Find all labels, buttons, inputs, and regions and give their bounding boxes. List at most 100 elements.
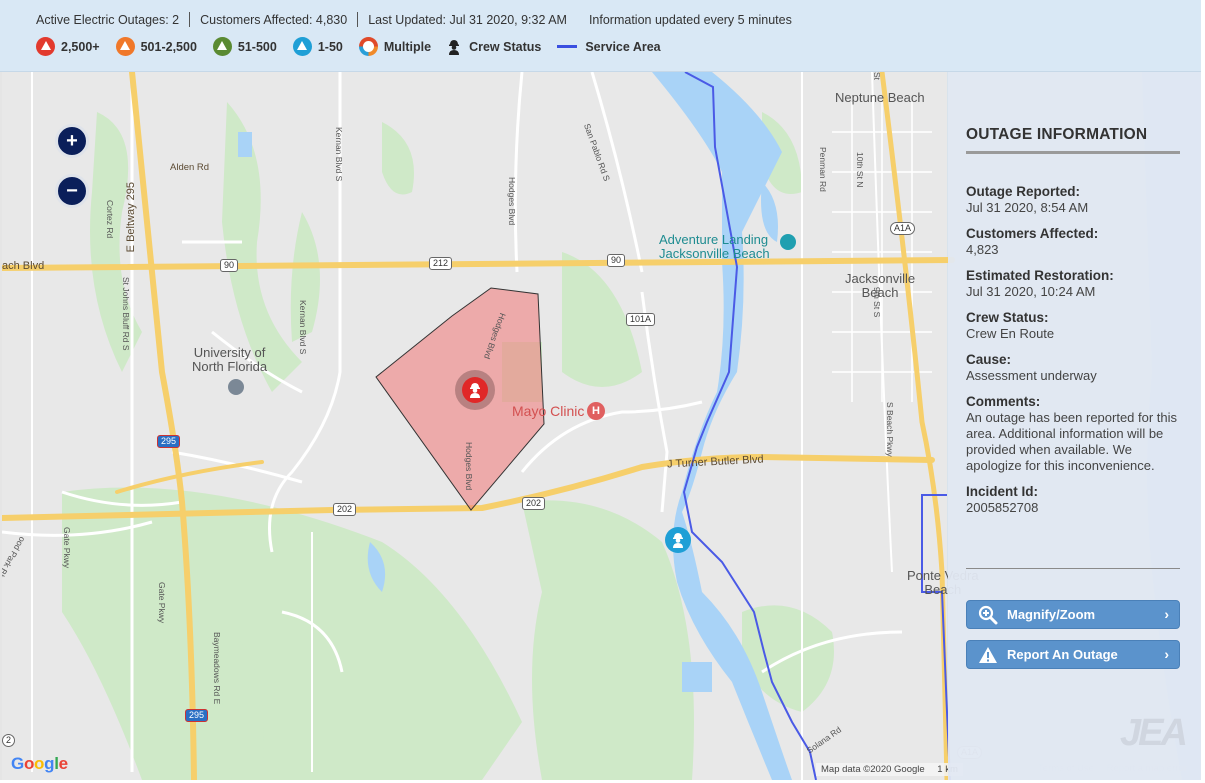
- triangle-alert-icon: [212, 37, 232, 56]
- road-label-alden: Alden Rd: [170, 162, 210, 173]
- field-cause: Cause: Assessment underway: [966, 352, 1180, 384]
- us-route-shield: 90: [607, 254, 626, 267]
- road-label-kernan: Kernan Blvd S: [334, 127, 344, 182]
- button-label: Report An Outage: [1007, 647, 1118, 662]
- crew-worker-icon: [673, 533, 683, 548]
- field-label: Crew Status:: [966, 310, 1049, 325]
- divider: [966, 568, 1180, 569]
- legend-1-50: 1-50: [292, 37, 343, 56]
- button-label: Magnify/Zoom: [1007, 607, 1096, 622]
- crew-marker-outage[interactable]: [462, 377, 488, 403]
- state-route-shield: 202: [522, 497, 546, 510]
- divider: [189, 12, 191, 27]
- report-outage-button[interactable]: Report An Outage ›: [966, 640, 1180, 669]
- legend-label: 2,500+: [61, 39, 100, 54]
- field-customers-affected: Customers Affected: 4,823: [966, 226, 1180, 258]
- legend-501-2500: 501-2,500: [115, 37, 197, 56]
- field-label: Incident Id:: [966, 484, 1038, 499]
- road-label-hodges: Hodges Blvd: [507, 177, 517, 226]
- field-value: An outage has been reported for this are…: [966, 410, 1178, 473]
- status-summary: Active Electric Outages: 2 Customers Aff…: [36, 12, 792, 27]
- road-label-9th-st: 9th St S: [872, 287, 882, 318]
- divider: [966, 151, 1180, 154]
- park-poi-icon[interactable]: [780, 234, 796, 250]
- zoom-out-button[interactable]: −: [55, 174, 89, 208]
- interstate-shield: 295: [157, 435, 181, 448]
- state-route-shield: 202: [333, 503, 357, 516]
- legend-2500-plus: 2,500+: [36, 37, 100, 56]
- legend-label: 1-50: [317, 39, 343, 54]
- magnify-zoom-button[interactable]: Magnify/Zoom ›: [966, 600, 1180, 629]
- hospital-poi-icon[interactable]: H: [587, 402, 605, 420]
- field-label: Estimated Restoration:: [966, 268, 1114, 283]
- road-label-s-beach-pkwy: S Beach Pkwy: [885, 402, 895, 457]
- zoom-in-button[interactable]: +: [55, 124, 89, 158]
- state-route-shield: 101A: [626, 313, 656, 326]
- road-label-beltway: E Beltway 295: [125, 182, 137, 253]
- service-area-line-icon: [557, 45, 578, 48]
- a1a-shield: A1A: [890, 222, 916, 235]
- field-incident-id: Incident Id: 2005852708: [966, 484, 1180, 516]
- last-updated: Last Updated: Jul 31 2020, 9:32 AM: [368, 12, 567, 27]
- field-value: Jul 31 2020, 8:54 AM: [966, 200, 1089, 215]
- road-label-gate-pkwy: Gate Pkwy: [62, 527, 72, 569]
- interstate-shield: 295: [185, 709, 209, 722]
- triangle-alert-icon: [292, 37, 312, 56]
- crew-worker-icon: [449, 39, 460, 55]
- panel-title: OUTAGE INFORMATION: [966, 126, 1148, 143]
- road-label-st-johns: St Johns Bluff Rd S: [121, 277, 131, 351]
- field-estimated-restoration: Estimated Restoration: Jul 31 2020, 10:2…: [966, 268, 1180, 300]
- field-label: Outage Reported:: [966, 184, 1081, 199]
- place-label-neptune-beach: Neptune Beach: [835, 90, 925, 105]
- road-label-cortez: Cortez Rd: [105, 200, 115, 239]
- legend-label: 501-2,500: [140, 39, 197, 54]
- legend-crew-status: Crew Status: [447, 39, 541, 55]
- map-legend: 2,500+ 501-2,500 51-500 1-50 Multiple Cr…: [36, 37, 677, 56]
- field-label: Comments:: [966, 394, 1041, 409]
- field-crew-status: Crew Status: Crew En Route: [966, 310, 1180, 342]
- crew-marker-other[interactable]: [665, 527, 691, 553]
- place-label-unf[interactable]: University of North Florida: [192, 346, 267, 374]
- warning-triangle-icon: [977, 644, 999, 666]
- field-value: Crew En Route: [966, 326, 1055, 341]
- poi-label-adventure-landing[interactable]: Adventure Landing Jacksonville Beach: [659, 233, 770, 261]
- legend-multiple: Multiple: [358, 37, 431, 56]
- field-comments: Comments: An outage has been reported fo…: [966, 394, 1180, 474]
- state-route-shield: 2: [2, 734, 16, 747]
- outage-details: Outage Reported: Jul 31 2020, 8:54 AM Cu…: [966, 184, 1180, 526]
- active-outages-count: Active Electric Outages: 2: [36, 12, 180, 27]
- field-value: Jul 31 2020, 10:24 AM: [966, 284, 1096, 299]
- road-label-gate-pkwy: Gate Pkwy: [157, 582, 167, 624]
- attribution-text: Map data ©2020 Google: [821, 764, 925, 775]
- legend-label: Crew Status: [469, 39, 542, 54]
- update-frequency-note: Information updated every 5 minutes: [588, 12, 792, 27]
- triangle-alert-icon: [115, 37, 135, 56]
- legend-51-500: 51-500: [212, 37, 277, 56]
- header-bar: Active Electric Outages: 2 Customers Aff…: [0, 0, 1201, 72]
- divider: [357, 12, 359, 27]
- road-label-penman: Penman Rd: [818, 147, 828, 192]
- field-outage-reported: Outage Reported: Jul 31 2020, 8:54 AM: [966, 184, 1180, 216]
- road-label-3rd-st: St: [872, 72, 882, 81]
- map-attribution: Map data ©2020 Google 1 km: [816, 763, 963, 776]
- multiple-ring-icon: [358, 37, 378, 56]
- field-label: Cause:: [966, 352, 1012, 367]
- google-logo[interactable]: Google: [11, 754, 68, 774]
- field-label: Customers Affected:: [966, 226, 1099, 241]
- field-value: 2005852708: [966, 500, 1039, 515]
- triangle-alert-icon: [36, 37, 55, 56]
- outage-info-panel: OUTAGE INFORMATION Outage Reported: Jul …: [948, 72, 1201, 780]
- chevron-right-icon: ›: [1164, 646, 1169, 662]
- outage-map-app: Active Electric Outages: 2 Customers Aff…: [0, 0, 1205, 783]
- field-value: Assessment underway: [966, 368, 1097, 383]
- road-label-hodges: Hodges Blvd: [464, 442, 474, 491]
- crew-worker-icon: [470, 383, 480, 398]
- poi-label-mayo-clinic[interactable]: Mayo Clinic: [512, 403, 584, 419]
- us-route-shield: 90: [220, 259, 239, 272]
- field-value: 4,823: [966, 242, 999, 257]
- university-poi-icon[interactable]: [228, 379, 244, 395]
- magnify-plus-icon: [977, 604, 999, 626]
- road-label-10th-st: 10th St N: [855, 152, 865, 188]
- state-route-shield: 212: [429, 257, 453, 270]
- road-label-baymeadows: Baymeadows Rd E: [212, 632, 222, 705]
